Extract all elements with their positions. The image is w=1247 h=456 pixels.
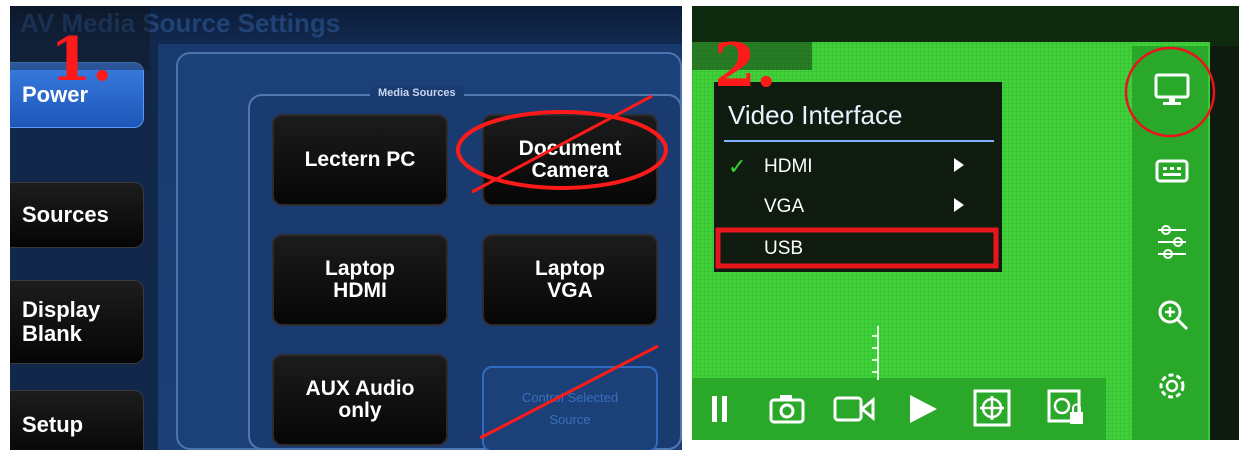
- monitor-highlight-circle: [1124, 46, 1216, 138]
- strike-line: [479, 344, 659, 440]
- highlight-ellipse: [456, 110, 668, 190]
- usb-highlight-box: [715, 227, 999, 269]
- step-number-label: 2.: [714, 31, 777, 101]
- camera-screen-screenshot: Video Interface ✓ HDMI VGA USB 2.: [692, 6, 1239, 440]
- step-number-label: 1.: [50, 25, 113, 95]
- control-panel-screenshot: AV Media Source Settings Power Sources D…: [10, 6, 682, 450]
